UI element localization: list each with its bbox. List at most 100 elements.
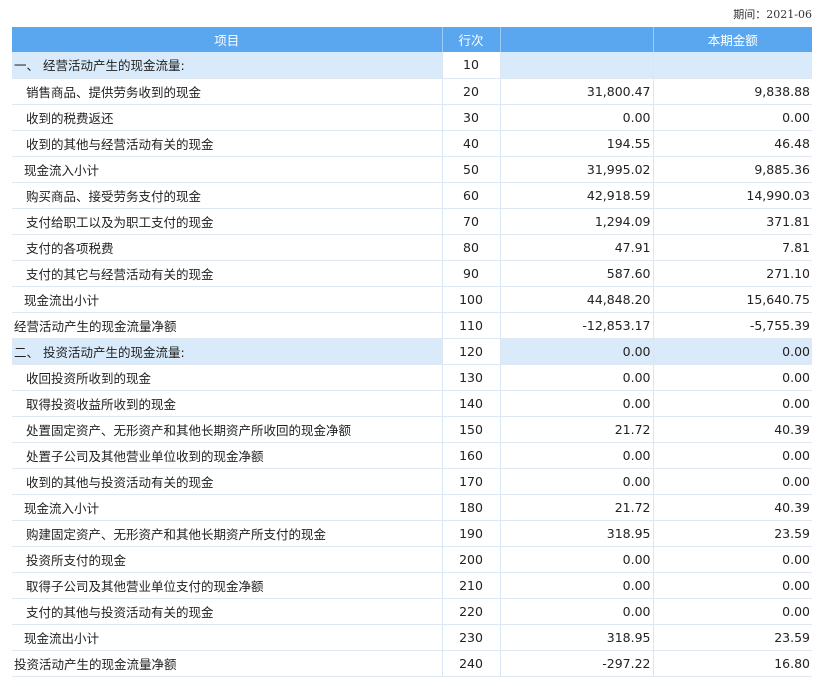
table-row[interactable]: 二、 投资活动产生的现金流量: 120 0.00 0.00 <box>12 338 812 365</box>
row-line: 160 <box>442 442 501 469</box>
row-item: 现金流出小计 <box>12 286 443 313</box>
row-line: 220 <box>442 598 501 625</box>
header-period[interactable]: 本期金额 <box>653 27 812 52</box>
row-item: 收回投资所收到的现金 <box>12 364 443 391</box>
table-row[interactable]: 经营活动产生的现金流量净额 110 -12,853.17 -5,755.39 <box>12 312 812 339</box>
row-line: 230 <box>442 624 501 651</box>
row-item: 购买商品、接受劳务支付的现金 <box>12 182 443 209</box>
table-row[interactable]: 处置固定资产、无形资产和其他长期资产所收回的现金净额 150 21.72 40.39 <box>12 416 812 443</box>
row-current-amount: 0.00 <box>500 468 654 495</box>
table-row[interactable]: 现金流出小计 230 318.95 23.59 <box>12 624 812 651</box>
cash-flow-table: 项目 行次 本期金额 一、 经营活动产生的现金流量: 10 销售商品、提供劳务收到的… <box>12 27 812 677</box>
row-current-amount: 0.00 <box>500 442 654 469</box>
table-row[interactable]: 销售商品、提供劳务收到的现金 20 31,800.47 9,838.88 <box>12 78 812 105</box>
row-item: 销售商品、提供劳务收到的现金 <box>12 78 443 105</box>
table-row[interactable]: 收到的其他与投资活动有关的现金 170 0.00 0.00 <box>12 468 812 495</box>
row-period-amount: 14,990.03 <box>653 182 812 209</box>
table-row[interactable]: 购建固定资产、无形资产和其他长期资产所支付的现金 190 318.95 23.59 <box>12 520 812 547</box>
header-line[interactable]: 行次 <box>442 27 501 52</box>
table-row[interactable]: 收回投资所收到的现金 130 0.00 0.00 <box>12 364 812 391</box>
table-row[interactable]: 取得子公司及其他营业单位支付的现金净额 210 0.00 0.00 <box>12 572 812 599</box>
row-line: 150 <box>442 416 501 443</box>
table-row[interactable]: 取得投资收益所收到的现金 140 0.00 0.00 <box>12 390 812 417</box>
row-period-amount <box>653 52 812 79</box>
row-current-amount: 0.00 <box>500 338 654 365</box>
header-item[interactable]: 项目 <box>12 27 443 52</box>
row-current-amount: 0.00 <box>500 364 654 391</box>
row-line: 180 <box>442 494 501 521</box>
row-current-amount: 0.00 <box>500 572 654 599</box>
row-period-amount: 40.39 <box>653 416 812 443</box>
period-label: 期间：2021-06 <box>733 8 812 21</box>
row-line: 140 <box>442 390 501 417</box>
row-line: 80 <box>442 234 501 261</box>
table-row[interactable]: 购买商品、接受劳务支付的现金 60 42,918.59 14,990.03 <box>12 182 812 209</box>
header-current[interactable] <box>500 27 654 52</box>
table-row[interactable]: 处置子公司及其他营业单位收到的现金净额 160 0.00 0.00 <box>12 442 812 469</box>
table-row[interactable]: 一、 经营活动产生的现金流量: 10 <box>12 52 812 79</box>
row-line: 240 <box>442 650 501 677</box>
table-row[interactable]: 支付的其他与投资活动有关的现金 220 0.00 0.00 <box>12 598 812 625</box>
table-row[interactable]: 支付给职工以及为职工支付的现金 70 1,294.09 371.81 <box>12 208 812 235</box>
row-current-amount: 318.95 <box>500 624 654 651</box>
row-period-amount: 9,838.88 <box>653 78 812 105</box>
row-item: 取得投资收益所收到的现金 <box>12 390 443 417</box>
row-current-amount <box>500 52 654 79</box>
table-row[interactable]: 投资活动产生的现金流量净额 240 -297.22 16.80 <box>12 650 812 677</box>
row-item: 支付的其它与经营活动有关的现金 <box>12 260 443 287</box>
row-period-amount: 371.81 <box>653 208 812 235</box>
row-period-amount: 0.00 <box>653 598 812 625</box>
row-item: 处置固定资产、无形资产和其他长期资产所收回的现金净额 <box>12 416 443 443</box>
row-current-amount: -12,853.17 <box>500 312 654 339</box>
row-period-amount: 0.00 <box>653 338 812 365</box>
table-row[interactable]: 收到的其他与经营活动有关的现金 40 194.55 46.48 <box>12 130 812 157</box>
row-period-amount: 9,885.36 <box>653 156 812 183</box>
row-item: 收到的其他与投资活动有关的现金 <box>12 468 443 495</box>
row-period-amount: 40.39 <box>653 494 812 521</box>
row-item: 支付给职工以及为职工支付的现金 <box>12 208 443 235</box>
row-period-amount: 23.59 <box>653 624 812 651</box>
row-period-amount: 0.00 <box>653 468 812 495</box>
row-line: 120 <box>442 338 501 365</box>
table-row[interactable]: 现金流入小计 180 21.72 40.39 <box>12 494 812 521</box>
row-item: 现金流出小计 <box>12 624 443 651</box>
table-row[interactable]: 支付的其它与经营活动有关的现金 90 587.60 271.10 <box>12 260 812 287</box>
row-item: 取得子公司及其他营业单位支付的现金净额 <box>12 572 443 599</box>
row-current-amount: 21.72 <box>500 494 654 521</box>
table-row[interactable]: 投资所支付的现金 200 0.00 0.00 <box>12 546 812 573</box>
row-line: 200 <box>442 546 501 573</box>
row-item: 二、 投资活动产生的现金流量: <box>12 338 443 365</box>
row-line: 60 <box>442 182 501 209</box>
row-current-amount: 587.60 <box>500 260 654 287</box>
row-period-amount: 16.80 <box>653 650 812 677</box>
row-item: 经营活动产生的现金流量净额 <box>12 312 443 339</box>
row-item: 处置子公司及其他营业单位收到的现金净额 <box>12 442 443 469</box>
row-current-amount: -297.22 <box>500 650 654 677</box>
row-item: 支付的其他与投资活动有关的现金 <box>12 598 443 625</box>
row-line: 130 <box>442 364 501 391</box>
row-line: 40 <box>442 130 501 157</box>
row-period-amount: 0.00 <box>653 546 812 573</box>
row-current-amount: 0.00 <box>500 390 654 417</box>
row-item: 收到的其他与经营活动有关的现金 <box>12 130 443 157</box>
row-period-amount: 0.00 <box>653 364 812 391</box>
row-period-amount: -5,755.39 <box>653 312 812 339</box>
row-current-amount: 31,995.02 <box>500 156 654 183</box>
row-period-amount: 0.00 <box>653 572 812 599</box>
row-current-amount: 194.55 <box>500 130 654 157</box>
table-row[interactable]: 现金流入小计 50 31,995.02 9,885.36 <box>12 156 812 183</box>
row-current-amount: 42,918.59 <box>500 182 654 209</box>
row-current-amount: 0.00 <box>500 546 654 573</box>
row-line: 170 <box>442 468 501 495</box>
row-period-amount: 0.00 <box>653 442 812 469</box>
row-line: 210 <box>442 572 501 599</box>
row-item: 收到的税费返还 <box>12 104 443 131</box>
table-row[interactable]: 现金流出小计 100 44,848.20 15,640.75 <box>12 286 812 313</box>
row-current-amount: 44,848.20 <box>500 286 654 313</box>
row-line: 10 <box>442 52 501 79</box>
row-line: 70 <box>442 208 501 235</box>
table-row[interactable]: 收到的税费返还 30 0.00 0.00 <box>12 104 812 131</box>
row-current-amount: 21.72 <box>500 416 654 443</box>
table-row[interactable]: 支付的各项税费 80 47.91 7.81 <box>12 234 812 261</box>
row-item: 投资所支付的现金 <box>12 546 443 573</box>
